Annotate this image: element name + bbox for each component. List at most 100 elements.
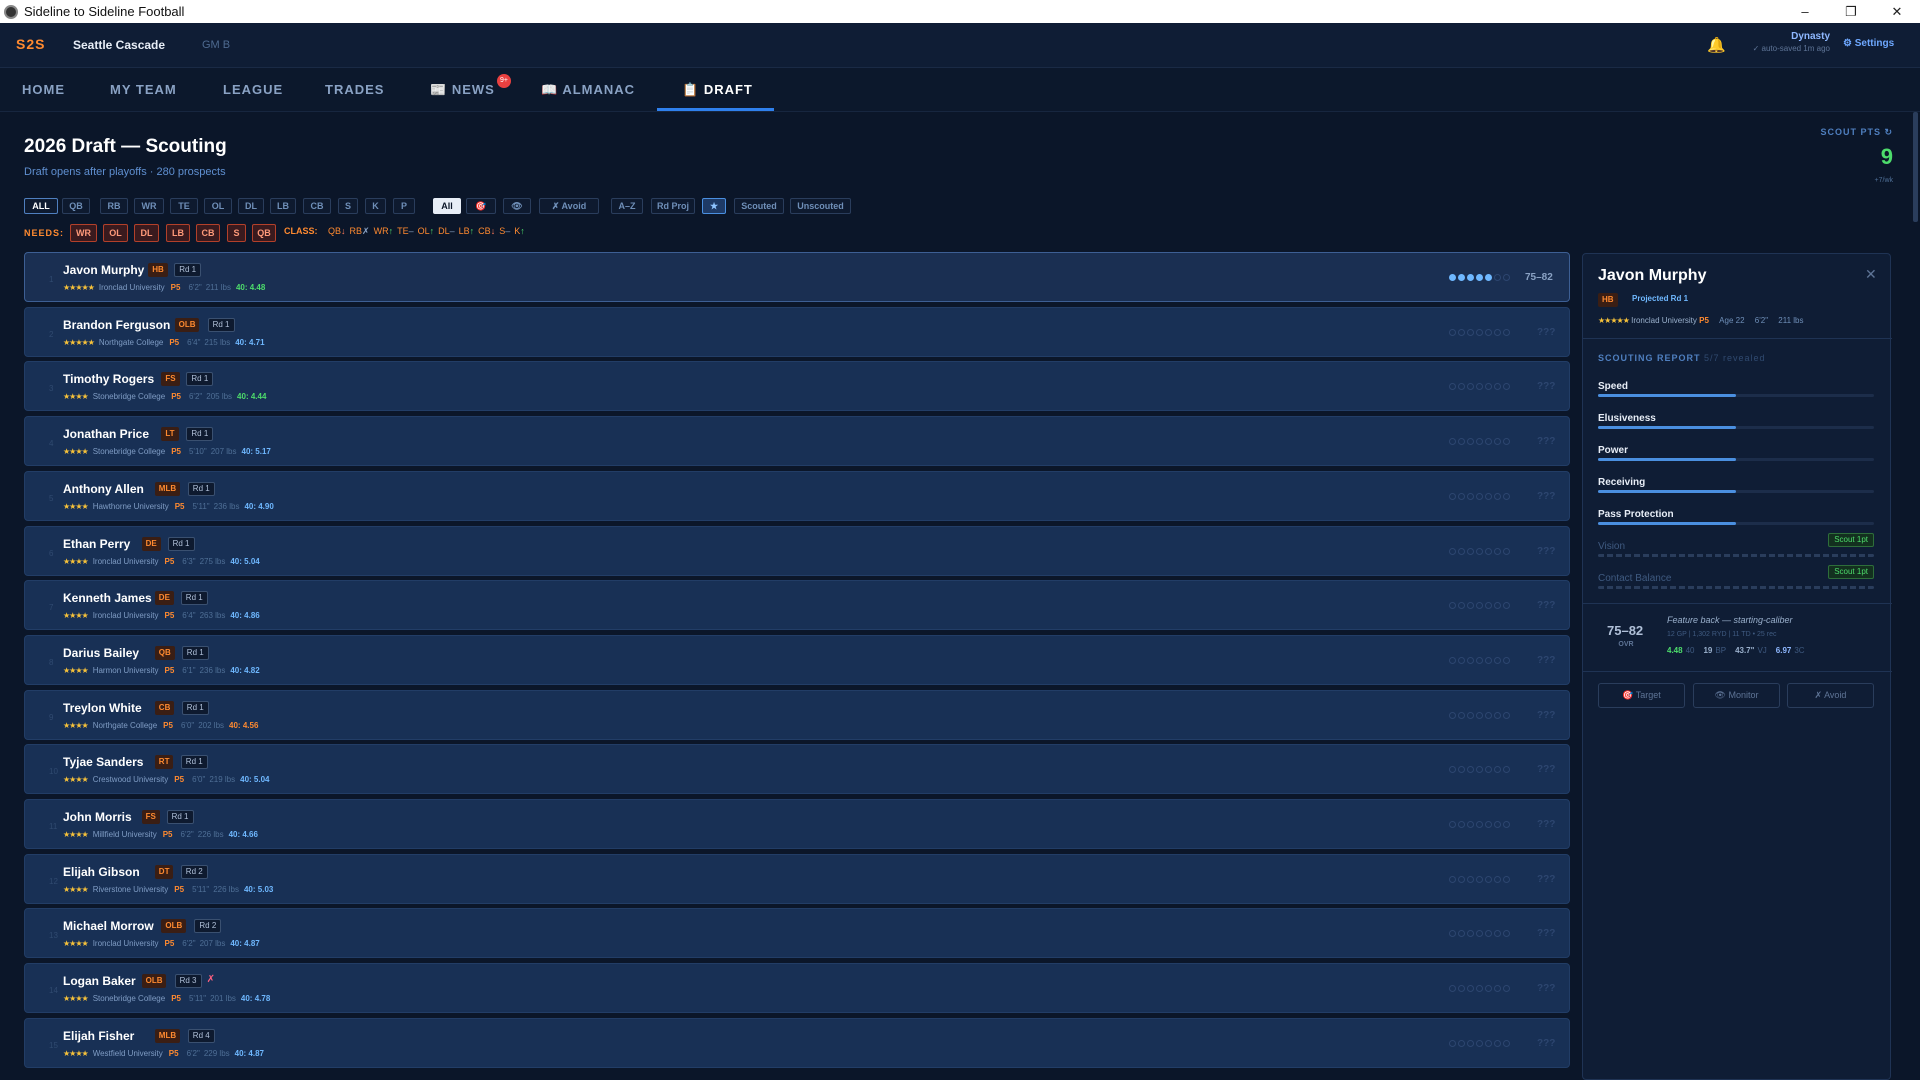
conference-badge: P5 (163, 720, 173, 730)
prospect-row[interactable]: 5 Anthony Allen MLB Rd 1 ★★★★ Hawthorne Unive… (24, 470, 1570, 521)
prospect-row[interactable]: 14 Logan Baker OLB Rd 3 ✗ ★★★★ Stonebridge Col… (24, 963, 1570, 1014)
prospect-row[interactable]: 6 Ethan Perry DE Rd 1 ★★★★ Ironclad Universit… (24, 525, 1570, 576)
filter-k[interactable]: K (365, 198, 386, 214)
scout-dot (1476, 875, 1483, 883)
tab-my-team[interactable]: MY TEAM (110, 82, 177, 97)
filter-te[interactable]: TE (170, 198, 198, 214)
height: 6'2" (188, 392, 203, 402)
minimize-button[interactable]: – (1782, 0, 1828, 23)
scout-dot (1485, 547, 1492, 555)
prospect-row[interactable]: 3 Timothy Rogers FS Rd 1 ★★★★ Stonebridge Col… (24, 361, 1570, 412)
filter-tag-avoid[interactable]: ✗ Avoid (539, 198, 599, 214)
scout-dot (1476, 328, 1483, 336)
scout-attribute-button[interactable]: Scout 1pt (1828, 533, 1874, 547)
filter-s[interactable]: S (338, 198, 358, 214)
need-s[interactable]: S (227, 224, 246, 242)
class-item-k: K↑ (514, 226, 525, 236)
star-rating: ★★★★★ (63, 283, 95, 292)
scout-dot (1449, 492, 1456, 500)
filter-tag-monitor[interactable]: 👁 (503, 198, 531, 214)
prospect-row[interactable]: 9 Treylon White CB Rd 1 ★★★★ Northgate Colleg… (24, 689, 1570, 740)
filter-dl[interactable]: DL (238, 198, 264, 214)
prospect-row[interactable]: 13 Michael Morrow OLB Rd 2 ★★★★ Ironclad Univ… (24, 908, 1570, 959)
prospect-row[interactable]: 2 Brandon Ferguson OLB Rd 1 ★★★★★ Northgate C… (24, 306, 1570, 357)
tab-draft[interactable]: 📋 DRAFT (682, 82, 753, 98)
round-projection-badge: Rd 1 (186, 372, 214, 387)
position-badge: DE (141, 536, 161, 551)
prospect-row[interactable]: 11 John Morris FS Rd 1 ★★★★ Millfield Univers… (24, 799, 1570, 849)
scout-dot (1458, 274, 1465, 281)
close-icon[interactable]: ✕ (1865, 266, 1877, 283)
tab-home[interactable]: HOME (22, 82, 65, 97)
attribute-bar (1598, 426, 1874, 429)
target-button[interactable]: 🎯 Target (1598, 683, 1685, 708)
class-trend-icon: – (505, 226, 511, 236)
class-item-qb: QB↓ (328, 226, 346, 236)
weight: 236 lbs (213, 501, 240, 511)
class-position: OL (417, 226, 430, 236)
sort-starred[interactable]: ★ (702, 198, 726, 214)
scout-dot (1449, 766, 1456, 774)
detail-combine: 4.48 40 19 BP 43.7" VJ 6.97 3C (1667, 646, 1814, 655)
need-dl[interactable]: DL (134, 224, 159, 242)
scout-attribute-button[interactable]: Scout 1pt (1828, 565, 1874, 579)
tab-trades[interactable]: TRADES (325, 82, 384, 97)
prospect-name: Ethan Perry (63, 536, 131, 551)
conference-badge: P5 (168, 1048, 179, 1058)
filter-cb[interactable]: CB (303, 198, 331, 214)
position-badge: MLB (154, 481, 181, 496)
tab-news[interactable]: 📰 NEWS (430, 82, 495, 98)
prospect-details: ★★★★ Northgate College P5 6'0" 202 lbs 40: 4.… (63, 721, 258, 730)
scout-dot (1494, 438, 1501, 446)
filter-scouted[interactable]: Scouted (734, 198, 784, 214)
scout-dot (1494, 274, 1501, 281)
avoid-button[interactable]: ✗ Avoid (1787, 683, 1874, 708)
prospect-row[interactable]: 15 Elijah Fisher MLB Rd 4 ★★★★ Westfield Univ… (24, 1017, 1570, 1068)
prospect-row[interactable]: 12 Elijah Gibson DT Rd 2 ★★★★ Riverstone Univ… (24, 853, 1570, 904)
overall-range: ??? (1537, 545, 1556, 557)
filter-unscouted[interactable]: Unscouted (790, 198, 851, 214)
dynasty-label[interactable]: Dynasty (1750, 31, 1830, 42)
tab-almanac[interactable]: 📖 ALMANAC (541, 82, 635, 98)
settings-button[interactable]: ⚙ Settings (1843, 38, 1894, 49)
need-lb[interactable]: LB (166, 224, 190, 242)
brand-logo[interactable]: S2S (16, 36, 45, 52)
filter-wr[interactable]: WR (134, 198, 164, 214)
prospect-list: 1 Javon Murphy HB Rd 1 ★★★★★ Ironclad Univers… (24, 252, 1570, 1080)
filter-tag-target[interactable]: 🎯 (466, 198, 496, 214)
sort-rd-proj[interactable]: Rd Proj (651, 198, 695, 214)
tab-league[interactable]: LEAGUE (223, 82, 283, 97)
filter-p[interactable]: P (393, 198, 415, 214)
need-wr[interactable]: WR (70, 224, 97, 242)
filter-rb[interactable]: RB (100, 198, 128, 214)
sort-az[interactable]: A–Z (611, 198, 643, 214)
scout-dot (1476, 1039, 1483, 1047)
detail-conference: P5 (1699, 316, 1709, 325)
need-cb[interactable]: CB (196, 224, 220, 242)
need-qb[interactable]: QB (252, 224, 276, 242)
prospect-row[interactable]: 4 Jonathan Price LT Rd 1 ★★★★ Stonebridge Col… (24, 416, 1570, 467)
monitor-button[interactable]: 👁 Monitor (1693, 683, 1780, 708)
filter-all[interactable]: ALL (24, 198, 58, 214)
class-item-wr: WR↑ (374, 226, 394, 236)
need-ol[interactable]: OL (103, 224, 128, 242)
prospect-row[interactable]: 7 Kenneth James DE Rd 1 ★★★★ Ironclad Univers… (24, 580, 1570, 631)
conference-badge: P5 (174, 775, 185, 785)
overall-range: ??? (1537, 983, 1556, 995)
position-badge: LT (161, 427, 179, 442)
prospect-row[interactable]: 8 Darius Bailey QB Rd 1 ★★★★ Harmon Universit… (24, 634, 1570, 685)
filter-qb[interactable]: QB (62, 198, 90, 214)
page-scrollbar[interactable] (1913, 112, 1918, 222)
overall-range: ??? (1537, 654, 1556, 666)
scout-dot (1449, 438, 1456, 446)
filter-lb[interactable]: LB (270, 198, 296, 214)
scout-dot (1494, 602, 1501, 610)
close-window-button[interactable]: ✕ (1874, 0, 1920, 23)
prospect-row[interactable]: 1 Javon Murphy HB Rd 1 ★★★★★ Ironclad Univers… (24, 252, 1570, 302)
filter-tag-all[interactable]: All (433, 198, 461, 214)
maximize-button[interactable]: ❐ (1828, 0, 1874, 23)
overall-range: ??? (1537, 1037, 1556, 1049)
prospect-row[interactable]: 10 Tyjae Sanders RT Rd 1 ★★★★ Crestwood Unive… (24, 744, 1570, 795)
scout-dot (1467, 711, 1474, 719)
filter-ol[interactable]: OL (204, 198, 232, 214)
